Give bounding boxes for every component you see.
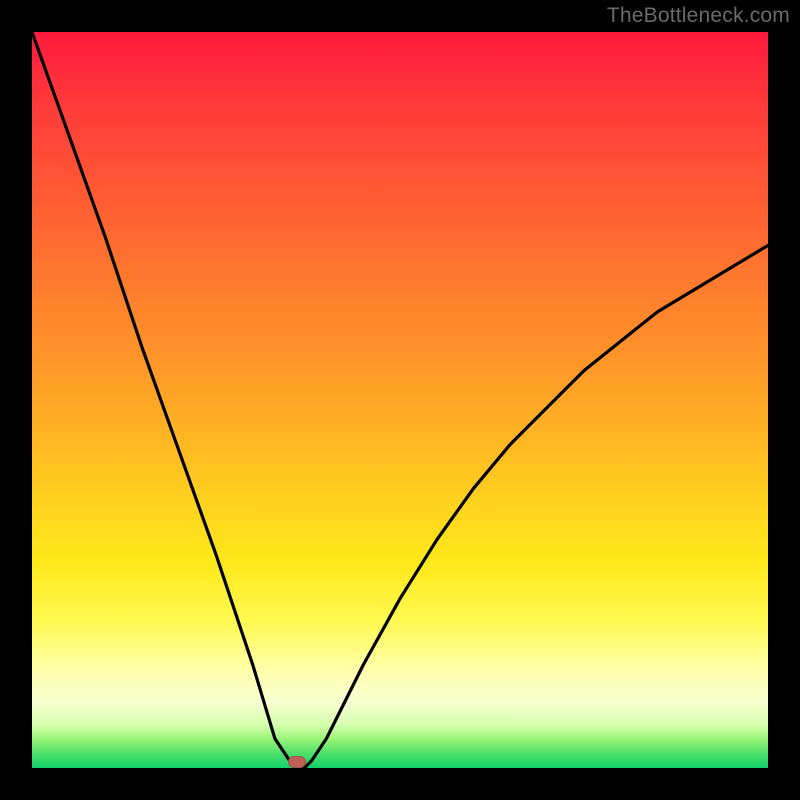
curve-svg	[32, 32, 768, 768]
chart-frame: TheBottleneck.com	[0, 0, 800, 800]
bottleneck-curve	[32, 32, 768, 768]
plot-area	[32, 32, 768, 768]
watermark-text: TheBottleneck.com	[607, 4, 790, 28]
optimal-point-marker	[288, 756, 306, 768]
